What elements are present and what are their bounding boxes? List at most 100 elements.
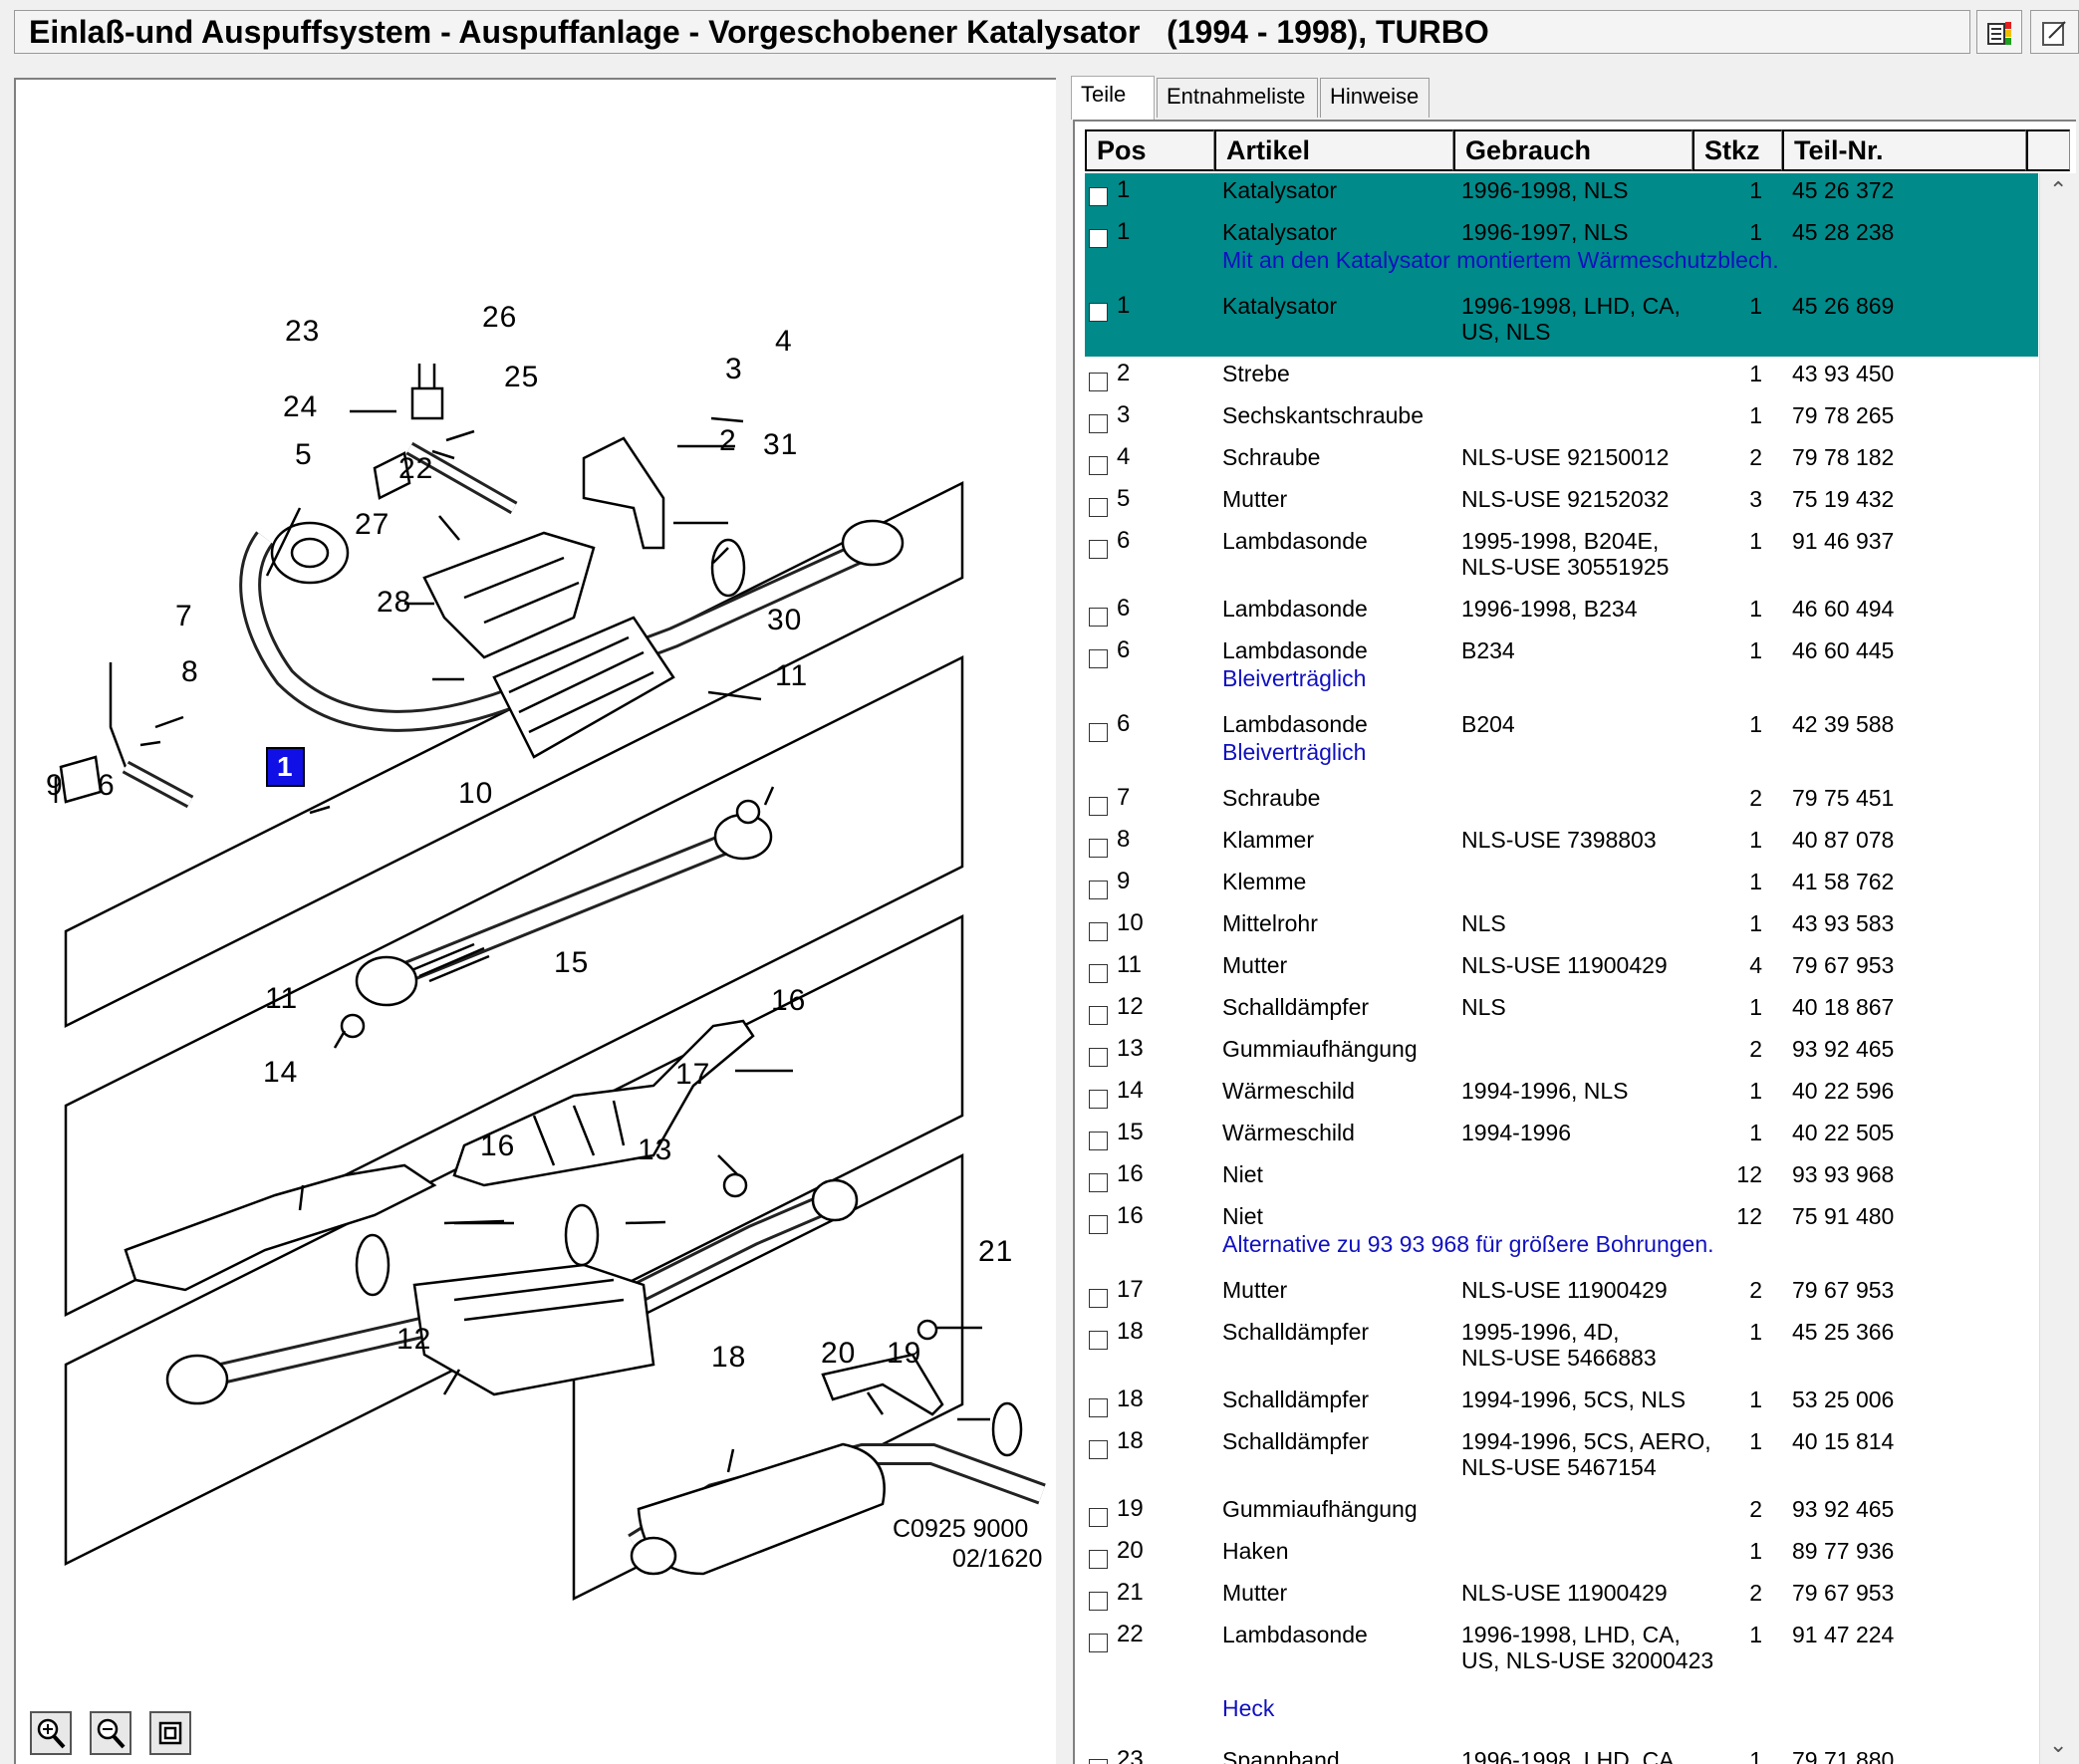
callout-8[interactable]: 8 <box>181 655 199 689</box>
row-checkbox[interactable] <box>1089 649 1108 668</box>
table-row[interactable]: 1 Katalysator 1996-1998, LHD, CA, US, NLS 1… <box>1085 289 2038 357</box>
row-checkbox[interactable] <box>1089 303 1108 322</box>
callout-21[interactable]: 21 <box>978 1235 1013 1269</box>
notes-button[interactable] <box>2030 10 2079 54</box>
row-checkbox[interactable] <box>1089 1173 1108 1192</box>
zoom-out-button[interactable] <box>90 1711 131 1755</box>
row-checkbox[interactable] <box>1089 881 1108 899</box>
callout-12[interactable]: 12 <box>396 1323 431 1357</box>
callout-14[interactable]: 14 <box>263 1056 298 1090</box>
callout-22[interactable]: 22 <box>398 452 433 486</box>
callout-4[interactable]: 4 <box>775 325 793 359</box>
table-row[interactable]: 16 Niet 12 93 93 968 <box>1085 1157 2038 1199</box>
row-checkbox[interactable] <box>1089 456 1108 475</box>
table-row[interactable]: 9 Klemme 1 41 58 762 <box>1085 865 2038 906</box>
table-row[interactable]: 15 Wärmeschild 1994-1996 1 40 22 505 <box>1085 1116 2038 1157</box>
callout-30[interactable]: 30 <box>767 604 802 637</box>
table-row[interactable]: 13 Gummiaufhängung 2 93 92 465 <box>1085 1032 2038 1074</box>
table-row[interactable]: 17 Mutter NLS-USE 11900429 2 79 67 953 <box>1085 1273 2038 1315</box>
callout-16a[interactable]: 16 <box>771 984 806 1018</box>
zoom-in-button[interactable] <box>30 1711 72 1755</box>
callout-10[interactable]: 10 <box>458 777 493 811</box>
col-artikel[interactable]: Artikel <box>1214 129 1453 171</box>
callout-1-selected[interactable]: 1 <box>266 747 305 787</box>
callout-9[interactable]: 9 <box>46 769 64 803</box>
tab-hinweise[interactable]: Hinweise <box>1320 78 1429 118</box>
fit-button[interactable] <box>149 1711 191 1755</box>
table-row[interactable]: 16 Niet 12 75 91 480 Alternative zu 93 93 96… <box>1085 1199 2038 1273</box>
callout-15[interactable]: 15 <box>554 946 589 980</box>
table-row[interactable]: 20 Haken 1 89 77 936 <box>1085 1534 2038 1576</box>
table-row[interactable]: 19 Gummiaufhängung 2 93 92 465 <box>1085 1492 2038 1534</box>
tab-entnahmeliste[interactable]: Entnahmeliste <box>1157 78 1318 118</box>
col-teil-nr[interactable]: Teil-Nr. <box>1782 129 2026 171</box>
table-row[interactable]: 11 Mutter NLS-USE 11900429 4 79 67 953 <box>1085 948 2038 990</box>
callout-26[interactable]: 26 <box>482 301 517 335</box>
row-checkbox[interactable] <box>1089 1289 1108 1308</box>
table-row[interactable]: 10 Mittelrohr NLS 1 43 93 583 <box>1085 906 2038 948</box>
parts-list-button[interactable] <box>1976 10 2022 54</box>
table-row[interactable]: 3 Sechskantschraube 1 79 78 265 <box>1085 398 2038 440</box>
table-row[interactable]: 14 Wärmeschild 1994-1996, NLS 1 40 22 596 <box>1085 1074 2038 1116</box>
table-row[interactable]: 1 Katalysator 1996-1997, NLS 1 45 28 238 Mit … <box>1085 215 2038 289</box>
callout-19[interactable]: 19 <box>887 1337 921 1371</box>
table-row[interactable]: 6 Lambdasonde 1996-1998, B234 1 46 60 494 <box>1085 592 2038 633</box>
row-checkbox[interactable] <box>1089 229 1108 248</box>
callout-24[interactable]: 24 <box>283 390 318 424</box>
table-row[interactable]: 18 Schalldämpfer 1995-1996, 4D, NLS-USE 54… <box>1085 1315 2038 1383</box>
table-row[interactable]: 22 Lambdasonde 1996-1998, LHD, CA, US, NLS… <box>1085 1618 2038 1743</box>
table-row[interactable]: 1 Katalysator 1996-1998, NLS 1 45 26 372 <box>1085 173 2038 215</box>
row-checkbox[interactable] <box>1089 839 1108 858</box>
callout-7[interactable]: 7 <box>175 600 193 633</box>
row-checkbox[interactable] <box>1089 964 1108 983</box>
row-checkbox[interactable] <box>1089 373 1108 391</box>
tab-teile[interactable]: Teile <box>1071 76 1155 120</box>
callout-16b[interactable]: 16 <box>480 1130 515 1163</box>
callout-28[interactable]: 28 <box>377 586 411 620</box>
row-checkbox[interactable] <box>1089 608 1108 627</box>
row-checkbox[interactable] <box>1089 1440 1108 1459</box>
table-row[interactable]: 4 Schraube NLS-USE 92150012 2 79 78 182 <box>1085 440 2038 482</box>
table-row[interactable]: 6 Lambdasonde B234 1 46 60 445 Bleiverträglic… <box>1085 633 2038 707</box>
table-row[interactable]: 12 Schalldämpfer NLS 1 40 18 867 <box>1085 990 2038 1032</box>
callout-11a[interactable]: 11 <box>775 659 808 693</box>
row-checkbox[interactable] <box>1089 540 1108 559</box>
callout-13[interactable]: 13 <box>638 1134 672 1167</box>
callout-20[interactable]: 20 <box>821 1337 856 1371</box>
row-checkbox[interactable] <box>1089 1398 1108 1417</box>
table-row[interactable]: 23 Spannband 1996-1998, LHD, CA, US, NLS-U… <box>1085 1743 2038 1764</box>
col-gebrauch[interactable]: Gebrauch <box>1453 129 1692 171</box>
callout-23[interactable]: 23 <box>285 315 320 349</box>
table-row[interactable]: 18 Schalldämpfer 1994-1996, 5CS, NLS 1 53 25… <box>1085 1383 2038 1424</box>
callout-25[interactable]: 25 <box>504 361 539 394</box>
scroll-up-icon[interactable]: ⌃ <box>2049 177 2067 203</box>
callout-18[interactable]: 18 <box>711 1341 746 1375</box>
row-checkbox[interactable] <box>1089 1215 1108 1234</box>
table-row[interactable]: 2 Strebe 1 43 93 450 <box>1085 357 2038 398</box>
row-checkbox[interactable] <box>1089 1759 1108 1764</box>
callout-2[interactable]: 2 <box>719 424 737 458</box>
row-checkbox[interactable] <box>1089 1508 1108 1527</box>
table-row[interactable]: 8 Klammer NLS-USE 7398803 1 40 87 078 <box>1085 823 2038 865</box>
callout-17[interactable]: 17 <box>675 1058 710 1092</box>
row-checkbox[interactable] <box>1089 1132 1108 1150</box>
row-checkbox[interactable] <box>1089 1592 1108 1611</box>
row-checkbox[interactable] <box>1089 723 1108 742</box>
callout-6[interactable]: 6 <box>98 769 116 803</box>
callout-27[interactable]: 27 <box>355 508 390 542</box>
callout-11b[interactable]: 11 <box>265 982 298 1016</box>
row-checkbox[interactable] <box>1089 1550 1108 1569</box>
row-checkbox[interactable] <box>1089 1634 1108 1652</box>
row-checkbox[interactable] <box>1089 922 1108 941</box>
col-pos[interactable]: Pos <box>1085 129 1214 171</box>
vertical-scrollbar[interactable]: ⌃ ⌄ <box>2039 173 2076 1764</box>
table-row[interactable]: 6 Lambdasonde 1995-1998, B204E, NLS-USE 30… <box>1085 524 2038 592</box>
scroll-down-icon[interactable]: ⌄ <box>2049 1732 2067 1758</box>
table-row[interactable]: 7 Schraube 2 79 75 451 <box>1085 781 2038 823</box>
table-row[interactable]: 21 Mutter NLS-USE 11900429 2 79 67 953 <box>1085 1576 2038 1618</box>
row-checkbox[interactable] <box>1089 1048 1108 1067</box>
row-checkbox[interactable] <box>1089 187 1108 206</box>
table-row[interactable]: 18 Schalldämpfer 1994-1996, 5CS, AERO, NLS… <box>1085 1424 2038 1492</box>
row-checkbox[interactable] <box>1089 1331 1108 1350</box>
callout-31[interactable]: 31 <box>763 428 798 462</box>
